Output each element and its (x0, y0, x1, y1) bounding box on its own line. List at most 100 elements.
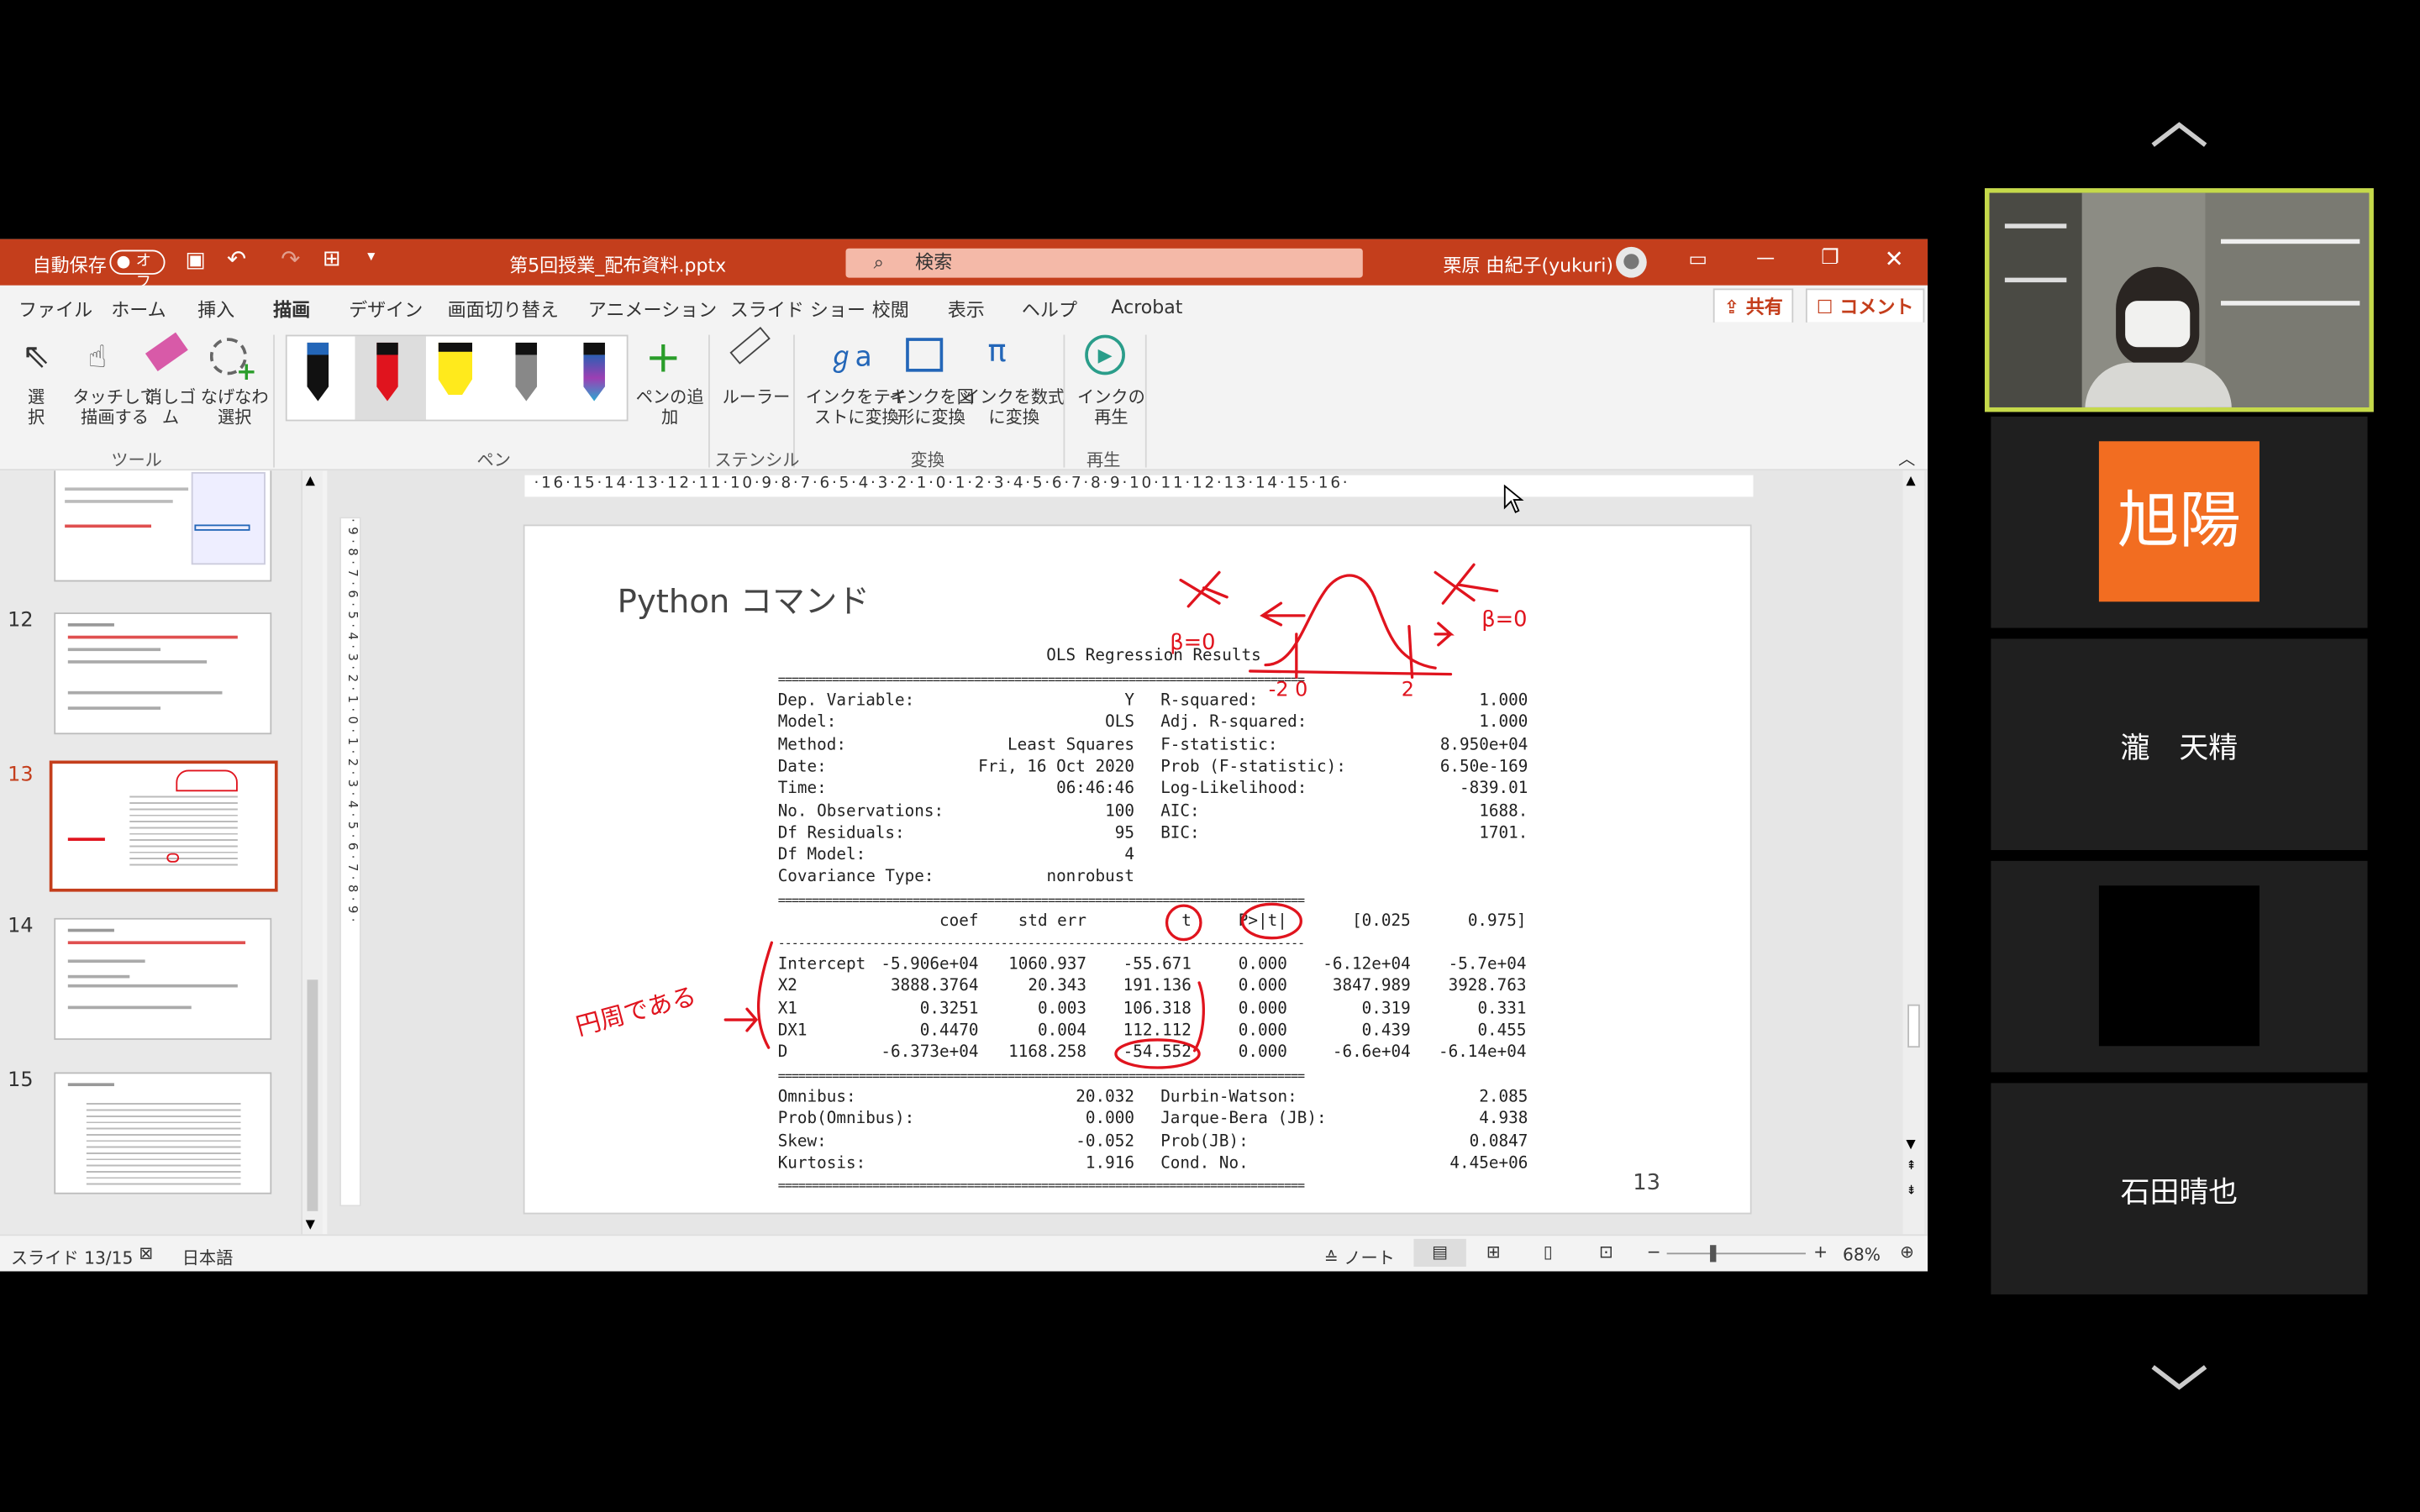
svg-text:2: 2 (1402, 677, 1414, 701)
user-name[interactable]: 栗原 由紀子(yukuri) (1443, 251, 1613, 277)
slide-number: 15 (8, 1068, 34, 1093)
collapse-ribbon-icon[interactable]: ︿ (1898, 446, 1915, 470)
tab-file[interactable]: ファイル (18, 297, 92, 323)
user-avatar-icon[interactable]: ● (1616, 246, 1647, 278)
slide-thumbnail-14[interactable] (54, 917, 272, 1040)
speaker-video-tile[interactable] (1984, 188, 2374, 412)
zoom-out-icon[interactable]: − (1647, 1242, 1661, 1263)
group-convert: 変換 (910, 450, 945, 471)
customize-qat-icon[interactable]: ▾ (367, 249, 375, 265)
language-label[interactable]: 日本語 (182, 1245, 234, 1269)
tab-slideshow[interactable]: スライド ショー (730, 297, 865, 323)
pen-black-icon[interactable] (307, 342, 329, 402)
tab-view[interactable]: 表示 (948, 297, 985, 323)
ink-to-shape-icon (906, 338, 944, 372)
status-bar: スライド 13/15 ⊠ 日本語 ≙ ノート ▤ ⊞ ▯ ⊡ − + 68% ⊕ (0, 1234, 1928, 1272)
slide-thumbnail-12[interactable] (54, 612, 272, 735)
lasso-select-button[interactable]: なげなわ 選択 (201, 387, 269, 428)
slide-thumbnail-11[interactable] (54, 470, 272, 582)
eraser-icon (145, 332, 188, 371)
svg-text:円周である: 円周である (573, 981, 699, 1041)
slide-thumbnail-15[interactable] (54, 1072, 272, 1194)
restore-icon[interactable]: ❐ (1821, 247, 1839, 270)
search-box[interactable]: ⌕ 検索 (845, 248, 1363, 278)
prev-slide-icon[interactable]: ⇞ (1906, 1158, 1916, 1173)
ink-replay-button[interactable]: インクの 再生 (1077, 387, 1145, 428)
present-icon[interactable]: ⊞ (323, 247, 341, 271)
svg-text:β=0: β=0 (1481, 607, 1527, 633)
tab-review[interactable]: 校閲 (872, 297, 909, 323)
pen-gallery[interactable] (285, 334, 629, 422)
group-stencil: ステンシル (714, 450, 800, 471)
eraser-button[interactable]: 消しゴ ム (145, 387, 197, 428)
slide-number-active: 13 (8, 764, 34, 787)
tab-design[interactable]: デザイン (349, 297, 423, 323)
accessibility-icon[interactable]: ⊠ (139, 1243, 153, 1263)
pen-galaxy-icon[interactable] (583, 342, 605, 402)
menu-bar: ファイル ホーム 挿入 描画 デザイン 画面切り替え アニメーション スライド … (0, 285, 1928, 331)
participant-video-off (2098, 885, 2260, 1047)
ink-to-math-button[interactable]: インクを数式 に変換 (963, 387, 1065, 428)
ruler-icon (729, 327, 771, 365)
redo-icon[interactable]: ↷ (281, 245, 300, 273)
comment-button[interactable]: ☐ コメント (1805, 288, 1925, 324)
save-icon[interactable]: ▣ (185, 249, 205, 273)
group-tools: ツール (111, 450, 162, 471)
participant-name: 石田晴也 (2120, 1175, 2238, 1210)
reading-view-icon[interactable]: ▯ (1544, 1242, 1553, 1263)
tab-insert[interactable]: 挿入 (197, 297, 234, 323)
thumbnail-scrollbar[interactable]: ▲ ▼ (301, 470, 323, 1235)
cursor-arrow-icon: ⇖ (21, 338, 50, 377)
notes-button[interactable]: ≙ ノート (1324, 1245, 1395, 1269)
touch-draw-icon: ☝ (87, 338, 108, 375)
close-icon[interactable]: ✕ (1885, 245, 1904, 273)
undo-icon[interactable]: ↶ (227, 245, 246, 273)
fit-slide-icon[interactable]: ⊕ (1900, 1242, 1914, 1263)
tab-transitions[interactable]: 画面切り替え (448, 297, 559, 323)
autosave-toggle[interactable]: オフ (109, 249, 166, 291)
ruler-button[interactable]: ルーラー (723, 387, 791, 407)
highlighter-yellow-icon[interactable] (438, 342, 473, 396)
svg-text:-2 0: -2 0 (1269, 677, 1308, 701)
slide-thumbnail-13-selected[interactable] (49, 760, 278, 892)
participant-tile-3[interactable] (1991, 860, 2368, 1073)
svg-text:β=0: β=0 (1170, 630, 1215, 655)
group-pens: ペン (476, 450, 511, 471)
slideshow-view-icon[interactable]: ⊡ (1599, 1242, 1613, 1263)
add-pen-button[interactable]: ペンの追 加 (636, 387, 704, 428)
slide-thumbnail-pane: 12 13 14 15 (0, 470, 302, 1235)
ink-replay-icon: ▶ (1085, 334, 1125, 375)
share-button[interactable]: ⇪ 共有 (1712, 288, 1794, 324)
zoom-in-icon[interactable]: + (1813, 1242, 1828, 1263)
add-pen-icon: + (644, 331, 681, 383)
pencil-gray-icon[interactable] (515, 342, 538, 402)
tab-home[interactable]: ホーム (111, 297, 166, 323)
tab-acrobat[interactable]: Acrobat (1111, 297, 1182, 318)
zoom-level[interactable]: 68% (1843, 1245, 1881, 1265)
tab-animations[interactable]: アニメーション (588, 297, 717, 323)
ink-to-shape-button[interactable]: インクを図 形に変換 (889, 387, 974, 428)
participant-tile-2[interactable]: 瀧 天精 (1991, 638, 2368, 851)
horizontal-ruler: ·16·15·14·13·12·11·10·9·8·7·6·5·4·3·2·1·… (524, 475, 1754, 497)
normal-view-icon[interactable]: ▤ (1413, 1238, 1466, 1267)
participant-tile-1[interactable]: 旭陽 (1991, 416, 2368, 628)
participant-tile-4[interactable]: 石田晴也 (1991, 1083, 2368, 1294)
slide-canvas[interactable]: Python コマンド OLS Regression Results =====… (523, 524, 1752, 1215)
scroll-down-chevron-icon[interactable] (2150, 1362, 2209, 1394)
scroll-up-chevron-icon[interactable] (2150, 120, 2209, 151)
ribbon: ⇖ 選 択 ☝ タッチして 描画する 消しゴ ム + なげなわ 選択 + ペンの… (0, 322, 1928, 471)
editor-scrollbar[interactable]: ▲ ▼ ⇞ ⇟ (1902, 470, 1925, 1235)
autosave-label: 自動保存 (32, 255, 107, 276)
zoom-slider[interactable] (1666, 1245, 1806, 1263)
next-slide-icon[interactable]: ⇟ (1906, 1184, 1916, 1198)
select-button[interactable]: 選 択 (28, 387, 45, 428)
ribbon-display-icon[interactable]: ▭ (1688, 249, 1707, 272)
minimize-icon[interactable]: — (1756, 247, 1775, 269)
slide-counter: スライド 13/15 (10, 1247, 134, 1268)
group-replay: 再生 (1086, 450, 1121, 471)
slide-sorter-icon[interactable]: ⊞ (1486, 1242, 1501, 1263)
slide-number: 12 (8, 609, 34, 633)
tab-help[interactable]: ヘルプ (1022, 297, 1077, 323)
vertical-ruler: ·9·8·7·6·5·4·3·2·1·0·1·2·3·4·5·6·7·8·9· (339, 517, 361, 1207)
search-icon: ⌕ (873, 251, 884, 274)
